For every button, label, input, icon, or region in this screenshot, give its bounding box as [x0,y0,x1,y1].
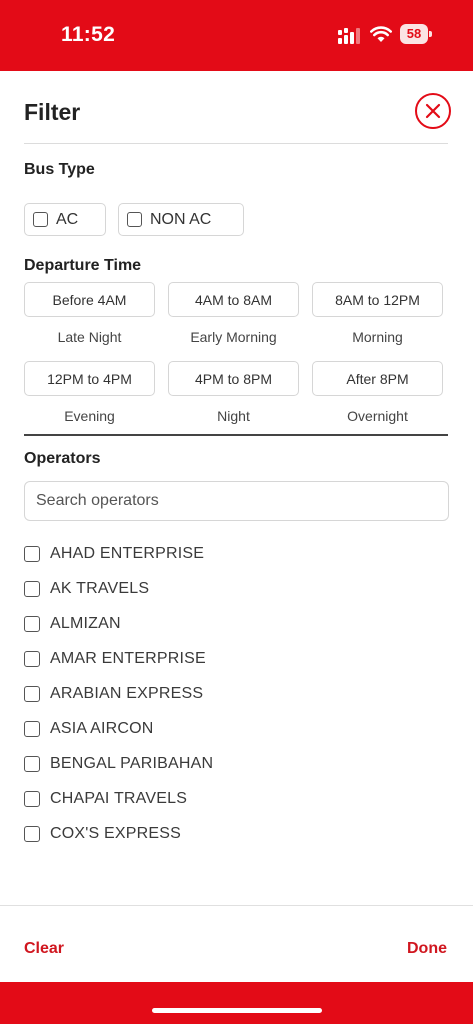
operator-label: AHAD ENTERPRISE [50,545,205,562]
departure-time-title: Departure Time [24,257,142,274]
page-title: Filter [24,99,81,125]
time-slot-4am-8am[interactable]: 4AM to 8AM [168,282,299,317]
operator-item[interactable]: ARABIAN EXPRESS [24,681,203,707]
operator-item[interactable]: ALMIZAN [24,611,121,637]
home-indicator[interactable] [152,1008,322,1013]
operator-label: AMAR ENTERPRISE [50,650,206,667]
operator-item[interactable]: AMAR ENTERPRISE [24,646,206,672]
checkbox-icon [24,546,40,562]
operator-label: COX'S EXPRESS [50,825,182,842]
footer-divider [0,905,473,906]
checkbox-icon [127,212,142,227]
wifi-icon [370,26,392,42]
time-slot-caption: Overnight [347,408,408,424]
operator-item[interactable]: BENGAL PARIBAHAN [24,751,213,777]
checkbox-icon [24,756,40,772]
checkbox-icon [24,581,40,597]
header-divider [24,143,448,144]
checkbox-icon [24,721,40,737]
bus-type-ac-checkbox[interactable]: AC [24,203,106,236]
time-slot-4pm-8pm[interactable]: 4PM to 8PM [168,361,299,396]
operator-label: ALMIZAN [50,615,121,632]
clear-button[interactable]: Clear [24,940,64,958]
status-time: 11:52 [61,23,116,46]
filter-screen: 11:52 58 Filter Bus Type AC NON AC Depar… [0,0,473,1024]
operator-label: CHAPAI TRAVELS [50,790,188,807]
operator-label: AK TRAVELS [50,580,150,597]
time-slot-after-8pm[interactable]: After 8PM [312,361,443,396]
checkbox-icon [24,791,40,807]
close-button[interactable] [415,93,451,129]
checkbox-icon [24,826,40,842]
bus-type-non-ac-checkbox[interactable]: NON AC [118,203,244,236]
checkbox-icon [24,616,40,632]
operator-label: ASIA AIRCON [50,720,154,737]
bus-type-title: Bus Type [24,161,95,178]
done-button[interactable]: Done [407,940,447,958]
search-operators-input[interactable] [24,481,449,521]
operator-item[interactable]: AK TRAVELS [24,576,149,602]
operator-item[interactable]: CHAPAI TRAVELS [24,786,187,812]
battery-icon: 58 [400,24,432,44]
operator-label: ARABIAN EXPRESS [50,685,204,702]
cellular-signal-icon [338,28,360,44]
time-slot-caption: Night [217,408,250,424]
checkbox-icon [24,686,40,702]
time-slot-8am-12pm[interactable]: 8AM to 12PM [312,282,443,317]
close-icon [425,103,441,119]
time-slot-caption: Morning [352,329,403,345]
operator-item[interactable]: AHAD ENTERPRISE [24,541,204,567]
time-slot-caption: Early Morning [190,329,277,345]
checkbox-icon [33,212,48,227]
bus-type-non-ac-label: NON AC [150,210,212,228]
bottom-bar [0,982,473,1024]
operator-item[interactable]: COX'S EXPRESS [24,821,181,847]
time-slot-caption: Late Night [57,329,122,345]
checkbox-icon [24,651,40,667]
time-slot-12pm-4pm[interactable]: 12PM to 4PM [24,361,155,396]
operator-label: BENGAL PARIBAHAN [50,755,214,772]
time-slot-before-4am[interactable]: Before 4AM [24,282,155,317]
battery-level: 58 [406,26,422,41]
section-divider [24,434,448,436]
bus-type-ac-label: AC [56,210,79,228]
operator-item[interactable]: ASIA AIRCON [24,716,154,742]
operators-title: Operators [24,450,101,467]
status-bar: 11:52 58 [0,0,473,71]
time-slot-caption: Evening [64,408,115,424]
